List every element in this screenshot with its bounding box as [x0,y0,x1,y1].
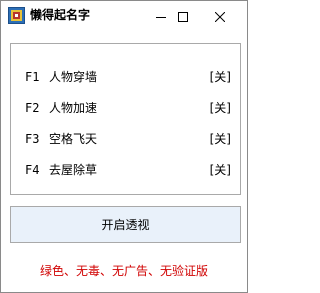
hotkey-row-f4: F4 去屋除草 [关] [25,161,231,179]
app-window: 懒得起名字 F1 人物穿墙 [关] F2 人物加速 [关] F3 空格飞天 [关… [0,0,248,293]
hotkey-panel: F1 人物穿墙 [关] F2 人物加速 [关] F3 空格飞天 [关] F4 去… [10,43,241,195]
hotkey-state: [关] [209,163,231,177]
footer-notice: 绿色、无毒、无广告、无验证版 [39,264,208,278]
hotkey-row-f1: F1 人物穿墙 [关] [25,68,231,86]
hotkey-key: F4 [25,163,40,177]
maximize-button[interactable] [166,1,200,31]
hotkey-row-f3: F3 空格飞天 [关] [25,130,231,148]
hotkey-key: F1 [25,70,40,84]
minimize-icon [156,7,166,26]
hotkey-key: F3 [25,132,40,146]
close-button[interactable] [203,1,237,31]
close-icon [214,7,226,26]
enable-wallhack-button[interactable]: 开启透视 [10,206,241,243]
hotkey-state: [关] [209,70,231,84]
hotkey-state: [关] [209,132,231,146]
hotkey-name: 空格飞天 [49,132,98,146]
title-bar[interactable]: 懒得起名字 [1,1,247,31]
maximize-icon [178,7,188,26]
hotkey-state: [关] [209,101,231,115]
hotkey-name: 人物穿墙 [49,70,98,84]
hotkey-row-f2: F2 人物加速 [关] [25,99,231,117]
window-title: 懒得起名字 [30,8,91,22]
hotkey-name: 人物加速 [49,101,98,115]
hotkey-key: F2 [25,101,40,115]
app-logo-icon [8,7,25,24]
hotkey-name: 去屋除草 [49,163,98,177]
